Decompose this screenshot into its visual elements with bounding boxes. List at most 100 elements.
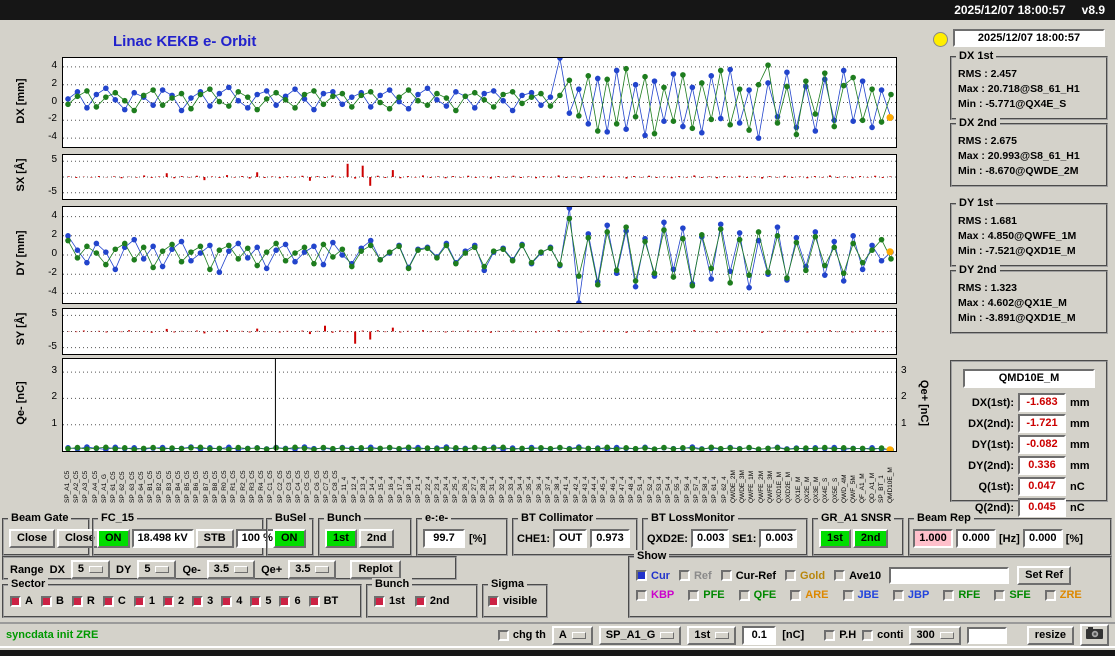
interval-select[interactable]: 300 <box>909 625 961 645</box>
checkbox-box[interactable] <box>688 589 700 601</box>
bpm-label: SP_44_4 <box>591 476 599 503</box>
b-checkbox[interactable]: B <box>40 595 64 607</box>
bunch-2nd-button[interactable]: 2nd <box>358 529 395 548</box>
checkbox-label: Ref <box>693 569 712 582</box>
resize-button[interactable]: resize <box>1026 625 1074 645</box>
checkbox-box[interactable] <box>192 595 204 607</box>
checkbox-box[interactable] <box>102 595 114 607</box>
checkbox-box[interactable] <box>720 570 732 581</box>
checkbox-box[interactable] <box>308 595 320 607</box>
checkbox-box[interactable] <box>738 589 750 601</box>
interval-input[interactable] <box>966 626 1007 644</box>
bpm-label: SP_22_4 <box>424 476 432 503</box>
pfe-checkbox[interactable]: PFE <box>688 589 725 601</box>
6-checkbox[interactable]: 6 <box>279 595 301 607</box>
checkbox-box[interactable] <box>40 595 52 607</box>
checkbox-box[interactable] <box>497 629 509 641</box>
bt-checkbox[interactable]: BT <box>308 595 338 607</box>
bunch-select[interactable]: 1st <box>687 625 737 645</box>
ref-checkbox[interactable]: Ref <box>678 569 712 582</box>
sector-select[interactable]: A <box>551 625 593 645</box>
cur-ref-checkbox[interactable]: Cur-Ref <box>720 570 776 582</box>
range-qe-plus-select[interactable]: 3.5 <box>288 560 337 579</box>
checkbox-box[interactable] <box>71 595 83 607</box>
checkbox-box[interactable] <box>374 595 385 607</box>
checkbox-box[interactable] <box>162 595 174 607</box>
dy-2nd-label: DY 2nd <box>956 264 1000 277</box>
range-dx-select[interactable]: 5 <box>70 560 111 579</box>
checkbox-box[interactable] <box>994 589 1006 601</box>
beam-gate-close-1-button[interactable]: Close <box>9 529 55 548</box>
a-checkbox[interactable]: A <box>10 595 33 607</box>
bunch-1st-button[interactable]: 1st <box>325 529 357 548</box>
1st-checkbox[interactable]: 1st <box>374 595 405 607</box>
checkbox-box[interactable] <box>636 570 647 581</box>
jbe-checkbox[interactable]: JBE <box>842 589 879 601</box>
2nd-checkbox[interactable]: 2nd <box>414 595 449 607</box>
fc15-stb-button[interactable]: STB <box>195 529 234 548</box>
kbp-checkbox[interactable]: KBP <box>636 589 674 601</box>
r-checkbox[interactable]: R <box>71 595 95 607</box>
checkbox-label: R <box>86 595 95 607</box>
checkbox-box[interactable] <box>943 589 955 601</box>
checkbox-box[interactable] <box>221 595 233 607</box>
bpm-label: SP_A1_G <box>100 474 108 503</box>
5-checkbox[interactable]: 5 <box>250 595 271 607</box>
gr-2nd-button[interactable]: 2nd <box>852 529 889 548</box>
checkbox-box[interactable] <box>678 570 690 581</box>
c-checkbox[interactable]: C <box>102 595 126 607</box>
cur-checkbox[interactable]: Cur <box>636 570 670 582</box>
dx-1st-max: Max : 20.718@S8_61_H1 <box>958 83 1080 95</box>
busel-on-button[interactable]: ON <box>273 529 306 548</box>
option-menu-dash-icon <box>155 566 170 573</box>
jbp-checkbox[interactable]: JBP <box>892 589 929 601</box>
1-checkbox[interactable]: 1 <box>133 595 155 607</box>
checkbox-box[interactable] <box>636 589 647 601</box>
ave10-checkbox[interactable]: Ave10 <box>834 570 881 582</box>
fc15-on-button[interactable]: ON <box>97 529 130 548</box>
range-qe-minus-select[interactable]: 3.5 <box>206 560 256 579</box>
are-checkbox[interactable]: ARE <box>790 589 829 601</box>
ref-file-input[interactable] <box>889 567 1010 584</box>
conti-checkbox[interactable]: conti <box>862 629 903 641</box>
qmd-row-label: DX(1st): <box>971 396 1014 409</box>
ph-checkbox[interactable]: P.H <box>824 629 856 641</box>
checkbox-box[interactable] <box>785 570 797 581</box>
checkbox-box[interactable] <box>10 595 21 607</box>
checkbox-box[interactable] <box>279 595 291 607</box>
4-checkbox[interactable]: 4 <box>221 595 242 607</box>
checkbox-box[interactable] <box>790 589 802 601</box>
gold-checkbox[interactable]: Gold <box>785 570 825 582</box>
sfe-checkbox[interactable]: SFE <box>994 589 1031 601</box>
checkbox-box[interactable] <box>1044 589 1056 601</box>
3-checkbox[interactable]: 3 <box>192 595 213 607</box>
checkbox-box[interactable] <box>250 595 262 607</box>
checkbox-box[interactable] <box>824 629 836 641</box>
range-dy-select[interactable]: 5 <box>137 560 177 579</box>
checkbox-box[interactable] <box>862 629 874 641</box>
rfe-checkbox[interactable]: RFE <box>943 589 980 601</box>
checkbox-box[interactable] <box>414 595 426 607</box>
chg-th-checkbox[interactable]: chg th <box>497 629 546 641</box>
zre-checkbox[interactable]: ZRE <box>1044 589 1082 601</box>
bpm-label: QX5E_S <box>831 477 839 503</box>
qfe-checkbox[interactable]: QFE <box>738 589 776 601</box>
gr-1st-button[interactable]: 1st <box>819 529 851 548</box>
checkbox-box[interactable] <box>842 589 854 601</box>
checkbox-box[interactable] <box>133 595 145 607</box>
checkbox-label: A <box>25 595 33 607</box>
gr-a1-snsr-label: GR_A1 SNSR <box>818 512 895 525</box>
dy-ticks: 4 2 0 -2 -4 <box>28 206 59 302</box>
bpm-label: SP_C1_C5 <box>267 470 275 503</box>
snapshot-button[interactable] <box>1080 624 1109 646</box>
replot-button[interactable]: Replot <box>350 560 401 579</box>
checkbox-box[interactable] <box>892 589 904 601</box>
checkbox-box[interactable] <box>488 595 499 607</box>
bpm-label: SP_BT_1 <box>877 475 885 503</box>
checkbox-box[interactable] <box>834 570 846 581</box>
checkbox-label: 4 <box>236 595 243 607</box>
visible-checkbox[interactable]: visible <box>488 595 537 607</box>
set-ref-button[interactable]: Set Ref <box>1017 566 1072 585</box>
monitor-select[interactable]: SP_A1_G <box>598 625 682 645</box>
2-checkbox[interactable]: 2 <box>162 595 184 607</box>
